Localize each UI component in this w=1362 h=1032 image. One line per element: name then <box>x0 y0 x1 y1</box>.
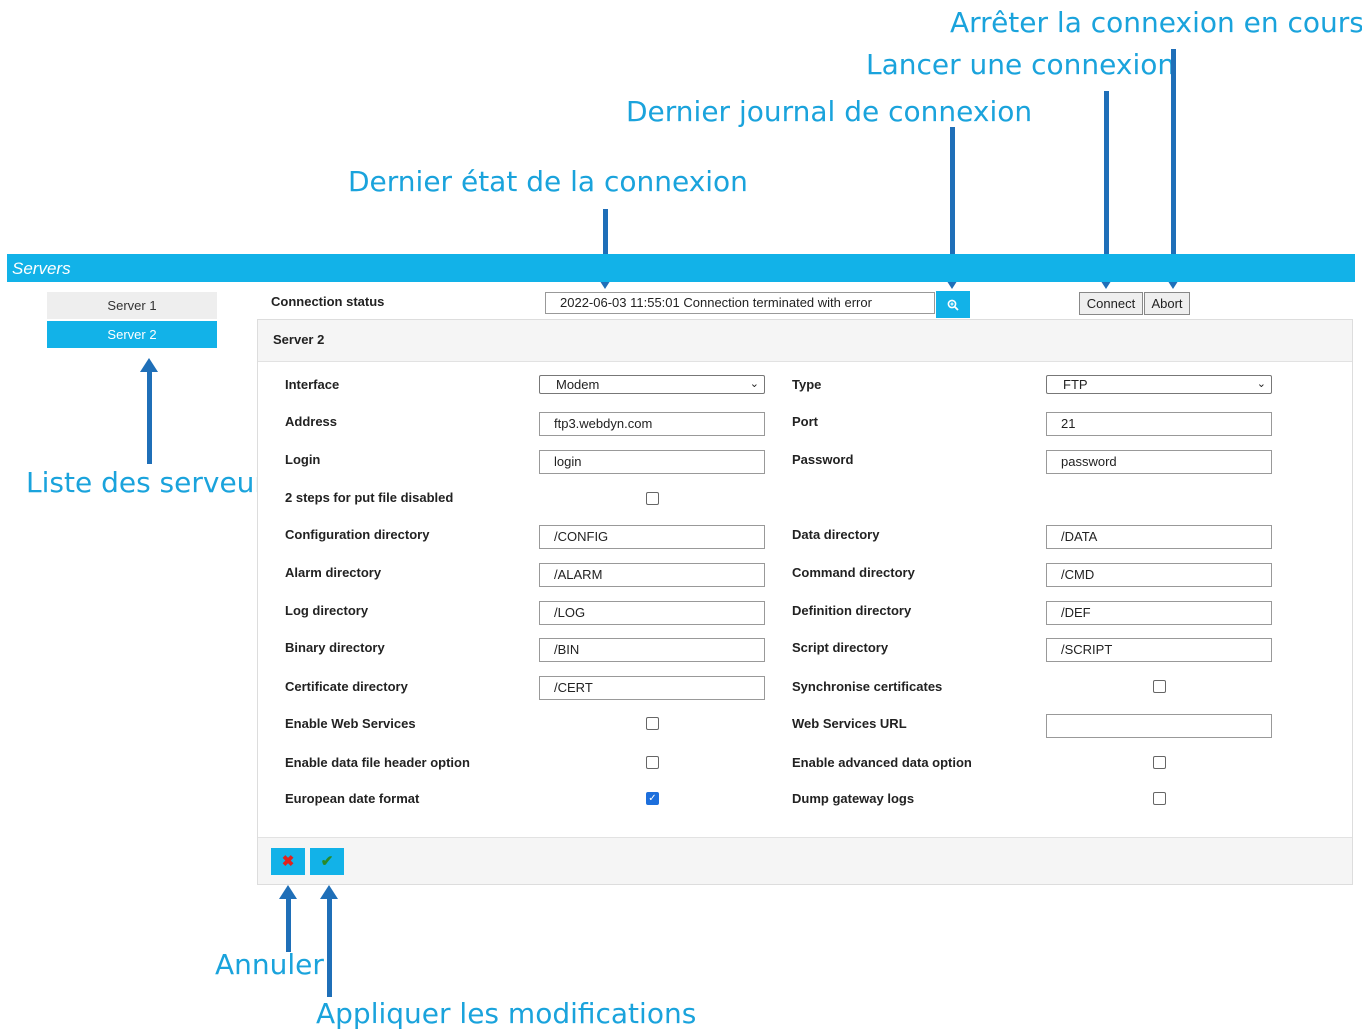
arrow-connect <box>1097 91 1115 289</box>
log-dir-input[interactable]: /LOG <box>539 601 765 625</box>
dump-logs-checkbox[interactable] <box>1153 792 1166 805</box>
binary-dir-label: Binary directory <box>285 640 385 655</box>
header-bar: Servers <box>7 254 1355 282</box>
definition-dir-input[interactable]: /DEF <box>1046 601 1272 625</box>
apply-button[interactable]: ✔ <box>310 848 344 875</box>
advanced-data-checkbox[interactable] <box>1153 756 1166 769</box>
port-label: Port <box>792 414 818 429</box>
data-dir-input[interactable]: /DATA <box>1046 525 1272 549</box>
alarm-dir-input[interactable]: /ALARM <box>539 563 765 587</box>
address-input[interactable]: ftp3.webdyn.com <box>539 412 765 436</box>
eu-date-checkbox[interactable]: ✓ <box>646 792 659 805</box>
two-steps-checkbox[interactable] <box>646 492 659 505</box>
data-dir-label: Data directory <box>792 527 880 542</box>
password-input[interactable]: password <box>1046 450 1272 474</box>
arrow-server-list <box>140 358 158 464</box>
arrow-abort <box>1164 49 1182 289</box>
server-item-1[interactable]: Server 1 <box>47 292 217 319</box>
data-header-checkbox[interactable] <box>646 756 659 769</box>
interface-select[interactable]: Modem ⌄ <box>539 375 765 394</box>
advanced-data-label: Enable advanced data option <box>792 755 972 770</box>
panel-title: Server 2 <box>273 332 325 347</box>
login-label: Login <box>285 452 321 467</box>
port-input[interactable]: 21 <box>1046 412 1272 436</box>
dump-logs-label: Dump gateway logs <box>792 791 915 806</box>
binary-dir-input[interactable]: /BIN <box>539 638 765 662</box>
server-item-2[interactable]: Server 2 <box>47 321 217 348</box>
view-log-button[interactable] <box>936 291 970 318</box>
connection-status-field: 2022-06-03 11:55:01 Connection terminate… <box>545 292 935 314</box>
config-dir-label: Configuration directory <box>285 527 430 542</box>
cert-dir-label: Certificate directory <box>285 679 408 694</box>
password-label: Password <box>792 452 854 467</box>
web-services-label: Enable Web Services <box>285 716 416 731</box>
script-dir-label: Script directory <box>792 640 889 655</box>
data-header-label: Enable data file header option <box>285 755 470 770</box>
definition-dir-label: Definition directory <box>792 603 912 618</box>
config-dir-input[interactable]: /CONFIG <box>539 525 765 549</box>
type-select[interactable]: FTP ⌄ <box>1046 375 1272 394</box>
cancel-button[interactable]: ✖ <box>271 848 305 875</box>
close-icon: ✖ <box>281 853 295 870</box>
sync-cert-checkbox[interactable] <box>1153 680 1166 693</box>
interface-label: Interface <box>285 377 340 392</box>
page-title: Servers <box>12 259 71 278</box>
panel-header: Server 2 <box>258 320 1352 362</box>
connect-button[interactable]: Connect <box>1079 292 1143 315</box>
sync-cert-label: Synchronise certificates <box>792 679 943 694</box>
script-dir-input[interactable]: /SCRIPT <box>1046 638 1272 662</box>
address-label: Address <box>285 414 338 429</box>
web-services-url-input[interactable] <box>1046 714 1272 738</box>
type-value: FTP <box>1063 377 1088 392</box>
chevron-down-icon: ⌄ <box>1256 378 1266 390</box>
annotation-connect: Lancer une connexion <box>866 48 1176 81</box>
chevron-down-icon: ⌄ <box>749 378 759 390</box>
connection-status-label: Connection status <box>271 294 385 309</box>
command-dir-label: Command directory <box>792 565 915 580</box>
annotation-status: Dernier état de la connexion <box>348 165 748 198</box>
annotation-cancel: Annuler <box>215 948 324 981</box>
arrow-apply <box>320 885 338 997</box>
interface-value: Modem <box>556 377 600 392</box>
cert-dir-input[interactable]: /CERT <box>539 676 765 700</box>
check-icon: ✔ <box>320 853 334 870</box>
zoom-icon <box>947 299 959 311</box>
annotation-server-list: Liste des serveurs <box>26 466 281 499</box>
alarm-dir-label: Alarm directory <box>285 565 382 580</box>
type-label: Type <box>792 377 822 392</box>
web-services-checkbox[interactable] <box>646 717 659 730</box>
log-dir-label: Log directory <box>285 603 369 618</box>
eu-date-label: European date format <box>285 791 420 806</box>
web-services-url-label: Web Services URL <box>792 716 907 731</box>
panel-footer <box>258 837 1352 884</box>
abort-button[interactable]: Abort <box>1144 292 1190 315</box>
command-dir-input[interactable]: /CMD <box>1046 563 1272 587</box>
arrow-cancel <box>279 885 297 952</box>
annotation-abort: Arrêter la connexion en cours <box>950 6 1362 39</box>
login-input[interactable]: login <box>539 450 765 474</box>
annotation-apply: Appliquer les modifications <box>316 997 697 1030</box>
annotation-log: Dernier journal de connexion <box>626 95 1033 128</box>
two-steps-label: 2 steps for put file disabled <box>285 490 454 505</box>
